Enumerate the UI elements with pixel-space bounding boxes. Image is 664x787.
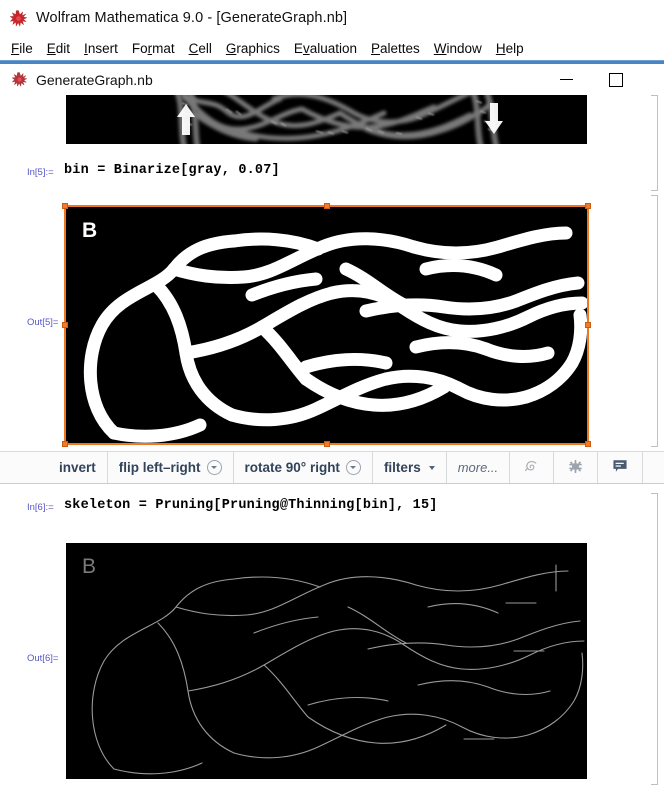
title-bar: Wolfram Mathematica 9.0 - [GenerateGraph… bbox=[0, 0, 664, 36]
invert-button[interactable]: invert bbox=[48, 452, 108, 483]
filters-button[interactable]: filters bbox=[373, 452, 447, 483]
cell-bracket[interactable] bbox=[651, 493, 658, 785]
image-letter-b: B bbox=[82, 555, 96, 578]
invert-label: invert bbox=[59, 460, 96, 475]
cell-bracket[interactable] bbox=[651, 195, 658, 447]
settings-gear-button[interactable] bbox=[554, 452, 599, 483]
out-label-5: Out[5]= bbox=[27, 317, 59, 328]
more-label: more... bbox=[457, 460, 499, 475]
menu-insert[interactable]: Insert bbox=[77, 41, 125, 56]
mathematica-spikey-icon bbox=[10, 9, 27, 27]
window-title: Wolfram Mathematica 9.0 - [GenerateGraph… bbox=[36, 10, 348, 26]
gear-settings-icon bbox=[567, 458, 584, 478]
chevron-down-icon[interactable] bbox=[206, 460, 222, 475]
input-cell-5[interactable]: In[5]:= bin = Binarize[gray, 0.07] bbox=[0, 163, 664, 187]
document-bar: GenerateGraph.nb bbox=[0, 64, 664, 95]
spikey-evaluate-icon bbox=[523, 458, 540, 478]
menu-format[interactable]: Format bbox=[125, 41, 182, 56]
in-label-6: In[6]:= bbox=[27, 502, 54, 513]
caret-down-icon[interactable] bbox=[428, 465, 435, 470]
minimize-button[interactable] bbox=[556, 70, 576, 90]
chevron-down-icon[interactable] bbox=[345, 460, 361, 475]
code-input-5[interactable]: bin = Binarize[gray, 0.07] bbox=[64, 163, 280, 178]
document-title: GenerateGraph.nb bbox=[36, 71, 153, 88]
resize-handle-bottom-center[interactable] bbox=[323, 441, 330, 447]
resize-handle-bottom-right[interactable] bbox=[585, 441, 591, 447]
evaluate-spikey-button[interactable] bbox=[510, 452, 555, 483]
comment-balloon-icon bbox=[611, 457, 629, 478]
binarized-image-container[interactable]: B bbox=[62, 203, 591, 447]
menu-graphics[interactable]: Graphics bbox=[219, 41, 287, 56]
out-label-6: Out[6]= bbox=[27, 653, 59, 664]
notebook-canvas[interactable]: In[5]:= bin = Binarize[gray, 0.07] Out[5… bbox=[0, 95, 664, 787]
binarized-image[interactable]: B bbox=[66, 207, 587, 443]
menu-bar: File Edit Insert Format Cell Graphics Ev… bbox=[0, 36, 664, 61]
comment-button[interactable] bbox=[598, 452, 644, 483]
image-toolbar: invert flip left–right rotate 90° right … bbox=[0, 451, 664, 484]
more-button[interactable]: more... bbox=[447, 452, 511, 483]
menu-help[interactable]: Help bbox=[489, 41, 531, 56]
input-cell-6[interactable]: In[6]:= skeleton = Pruning[Pruning@Thinn… bbox=[0, 498, 664, 522]
resize-handle-middle-right[interactable] bbox=[585, 322, 591, 328]
maximize-button[interactable] bbox=[606, 70, 626, 90]
flip-left-right-label: flip left–right bbox=[118, 460, 201, 475]
window-controls bbox=[556, 70, 626, 90]
flip-left-right-button[interactable]: flip left–right bbox=[108, 452, 234, 483]
code-input-6[interactable]: skeleton = Pruning[Pruning@Thinning[bin]… bbox=[64, 498, 438, 513]
menu-cell[interactable]: Cell bbox=[182, 41, 219, 56]
rotate-90-right-label: rotate 90° right bbox=[244, 460, 340, 475]
resize-handle-middle-left[interactable] bbox=[62, 322, 68, 328]
gray-tubes-image[interactable] bbox=[66, 95, 587, 144]
resize-handle-top-right[interactable] bbox=[585, 203, 591, 209]
menu-file[interactable]: File bbox=[4, 41, 40, 56]
minimize-icon bbox=[559, 79, 573, 80]
mathematica-window: Wolfram Mathematica 9.0 - [GenerateGraph… bbox=[0, 0, 664, 787]
resize-handle-bottom-left[interactable] bbox=[62, 441, 68, 447]
menu-evaluation[interactable]: Evaluation bbox=[287, 41, 364, 56]
toolbar-left-spacer bbox=[0, 452, 48, 483]
resize-handle-top-center[interactable] bbox=[323, 203, 330, 209]
in-label-5: In[5]:= bbox=[27, 167, 54, 178]
rotate-90-right-button[interactable]: rotate 90° right bbox=[234, 452, 373, 483]
notebook-spikey-icon bbox=[11, 72, 28, 87]
filters-label: filters bbox=[383, 460, 421, 475]
skeleton-image[interactable]: B bbox=[66, 543, 587, 779]
resize-handle-top-left[interactable] bbox=[62, 203, 68, 209]
menu-edit[interactable]: Edit bbox=[40, 41, 77, 56]
menu-window[interactable]: Window bbox=[427, 41, 489, 56]
maximize-icon bbox=[609, 72, 623, 87]
menu-palettes[interactable]: Palettes bbox=[364, 41, 427, 56]
